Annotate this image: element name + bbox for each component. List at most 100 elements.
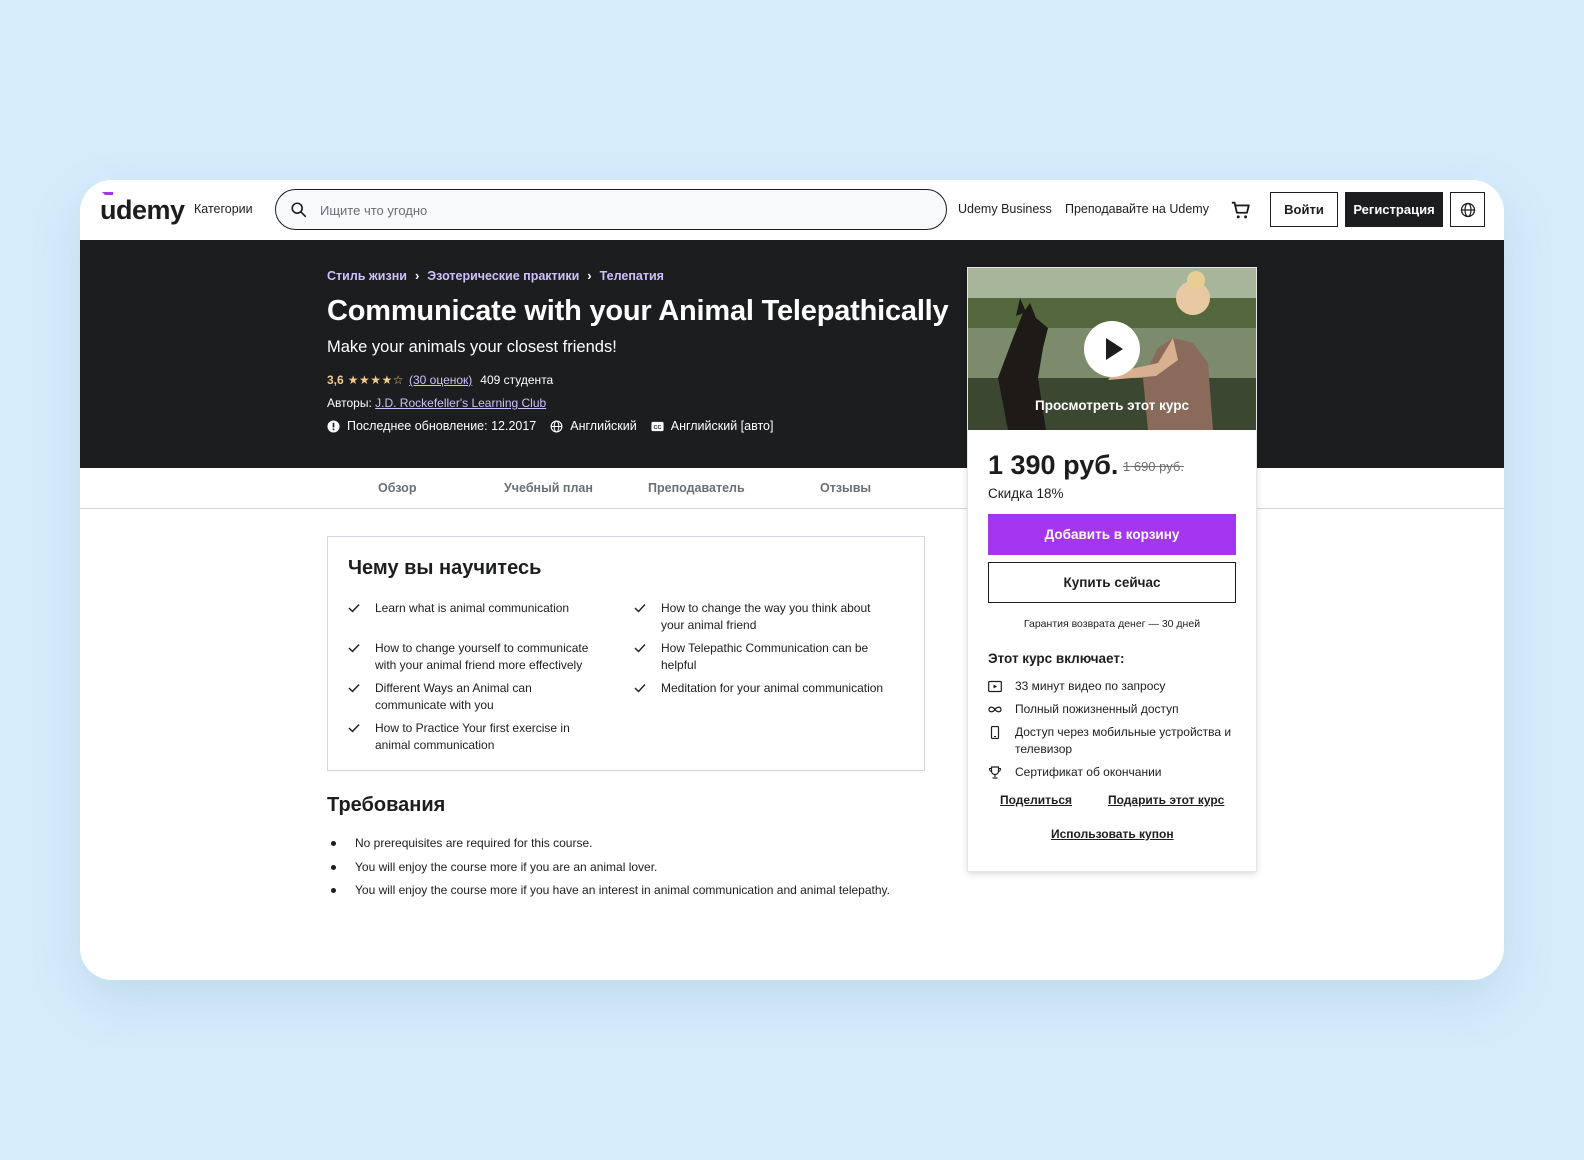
last-updated: Последнее обновление: 12.2017 [327, 419, 536, 433]
check-icon [348, 604, 360, 613]
add-to-cart-button[interactable]: Добавить в корзину [988, 514, 1236, 555]
requirement-item: No prerequisites are required for this c… [331, 836, 592, 850]
include-text: Доступ через мобильные устройства и теле… [1015, 725, 1232, 756]
breadcrumb: Стиль жизни › Эзотерические практики › Т… [327, 268, 664, 283]
rating-value: 3,6 [327, 373, 344, 387]
login-button[interactable]: Войти [1270, 192, 1338, 227]
course-tabs: Обзор Учебный план Преподаватель Отзывы [80, 468, 1504, 509]
learn-item-text: Learn what is animal communication [375, 601, 570, 615]
learn-item-text: How to change the way you think about yo… [661, 601, 871, 632]
learn-item-text: Different Ways an Animal can communicate… [375, 681, 532, 712]
course-captions: CC Английский [авто] [651, 419, 774, 433]
star-rating-icon: ★★★★☆ [347, 373, 404, 387]
authors-row: Авторы: J.D. Rockefeller's Learning Club [327, 396, 546, 410]
chevron-right-icon: › [414, 268, 420, 283]
learn-item-text: How Telepathic Communication can be help… [661, 641, 869, 672]
learn-item: Learn what is animal communication [348, 600, 598, 617]
cart-icon[interactable] [1230, 199, 1252, 221]
include-item: Доступ через мобильные устройства и теле… [988, 724, 1238, 757]
top-navbar: udemy Категории Udemy Business Преподава… [80, 180, 1504, 240]
share-link[interactable]: Поделиться [1000, 793, 1072, 807]
gift-course-link[interactable]: Подарить этот курс [1108, 793, 1224, 807]
current-price: 1 390 руб. [988, 450, 1119, 480]
search-icon[interactable] [290, 201, 308, 219]
tab-instructor[interactable]: Преподаватель [648, 481, 745, 495]
tab-reviews[interactable]: Отзывы [820, 481, 871, 495]
ratings-count-link[interactable]: (30 оценок) [409, 373, 472, 387]
last-updated-text: Последнее обновление: 12.2017 [347, 419, 537, 433]
globe-icon [550, 420, 563, 432]
language-text: Английский [570, 419, 637, 433]
learn-item: How to change yourself to communicate wi… [348, 640, 598, 673]
buy-now-button[interactable]: Купить сейчас [988, 562, 1236, 603]
money-back-guarantee: Гарантия возврата денег — 30 дней [1023, 618, 1201, 630]
learn-item: How to change the way you think about yo… [634, 600, 884, 633]
learn-item-text: How to change yourself to communicate wi… [375, 641, 589, 672]
include-item: Сертификат об окончании [988, 764, 1238, 781]
learn-title: Чему вы научитесь [348, 557, 542, 579]
include-text: Полный пожизненный доступ [1015, 702, 1179, 716]
search-input[interactable] [320, 199, 920, 221]
bullet-icon [331, 864, 336, 870]
svg-text:CC: CC [653, 424, 661, 430]
check-icon [348, 684, 360, 693]
course-hero: Стиль жизни › Эзотерические практики › Т… [80, 240, 1504, 468]
apply-coupon-link[interactable]: Использовать купон [1051, 827, 1174, 841]
logo-hat-icon [102, 192, 113, 198]
captions-text: Английский [авто] [670, 419, 774, 433]
includes-title: Этот курс включает: [988, 651, 1125, 666]
learn-item-text: How to Practice Your first exercise in a… [375, 721, 570, 752]
closed-captions-icon: CC [651, 421, 664, 431]
course-preview-video[interactable]: Просмотреть этот курс [968, 268, 1256, 430]
course-meta: Последнее обновление: 12.2017 Английский… [327, 419, 787, 433]
mobile-icon [990, 726, 1000, 739]
search-bar[interactable] [275, 189, 947, 230]
requirement-item: You will enjoy the course more if you ha… [331, 883, 890, 897]
udemy-business-link[interactable]: Udemy Business [958, 202, 1052, 216]
bullet-icon [331, 887, 336, 893]
include-item: Полный пожизненный доступ [988, 701, 1238, 718]
play-icon [1106, 338, 1123, 360]
course-language: Английский [550, 419, 637, 433]
requirements-title: Требования [327, 794, 446, 816]
include-text: Сертификат об окончании [1015, 765, 1162, 779]
original-price: 1 690 руб. [1123, 459, 1184, 474]
check-icon [634, 604, 646, 613]
requirement-text: No prerequisites are required for this c… [355, 836, 593, 850]
check-icon [348, 724, 360, 733]
course-subtitle: Make your animals your closest friends! [327, 338, 617, 356]
breadcrumb-telepathy[interactable]: Телепатия [600, 269, 664, 283]
tab-overview[interactable]: Обзор [378, 481, 416, 495]
requirement-item: You will enjoy the course more if you ar… [331, 860, 657, 874]
bullet-icon [331, 840, 336, 846]
check-icon [634, 684, 646, 693]
include-text: 33 минут видео по запросу [1015, 679, 1166, 693]
udemy-logo[interactable]: udemy [100, 192, 185, 226]
include-item: 33 минут видео по запросу [988, 678, 1238, 695]
video-icon [988, 680, 1002, 693]
logo-text: udemy [100, 195, 185, 225]
breadcrumb-lifestyle[interactable]: Стиль жизни [327, 269, 407, 283]
requirement-text: You will enjoy the course more if you ar… [355, 860, 658, 874]
rating-row: 3,6 ★★★★☆ (30 оценок) 409 студента [327, 373, 553, 387]
requirement-text: You will enjoy the course more if you ha… [355, 883, 890, 897]
signup-button[interactable]: Регистрация [1345, 192, 1443, 227]
breadcrumb-esoteric[interactable]: Эзотерические практики [427, 269, 579, 283]
language-button[interactable] [1450, 192, 1485, 227]
infinity-icon [988, 706, 1002, 713]
authors-label: Авторы: [327, 396, 372, 410]
purchase-card: Просмотреть этот курс 1 390 руб. 1 690 р… [967, 267, 1257, 872]
chevron-right-icon: › [587, 268, 592, 283]
tab-curriculum[interactable]: Учебный план [504, 481, 593, 495]
alert-badge-icon [327, 419, 340, 433]
learn-item: How Telepathic Communication can be help… [634, 640, 884, 673]
teach-link[interactable]: Преподавайте на Udemy [1065, 202, 1209, 216]
browser-window: udemy Категории Udemy Business Преподава… [80, 180, 1504, 980]
preview-label: Просмотреть этот курс [1035, 398, 1189, 413]
categories-link[interactable]: Категории [194, 202, 253, 216]
author-link[interactable]: J.D. Rockefeller's Learning Club [375, 396, 546, 410]
check-icon [634, 644, 646, 653]
globe-icon [1460, 202, 1475, 217]
play-button[interactable] [1084, 321, 1140, 377]
what-you-learn-box: Чему вы научитесь Learn what is animal c… [327, 536, 925, 771]
